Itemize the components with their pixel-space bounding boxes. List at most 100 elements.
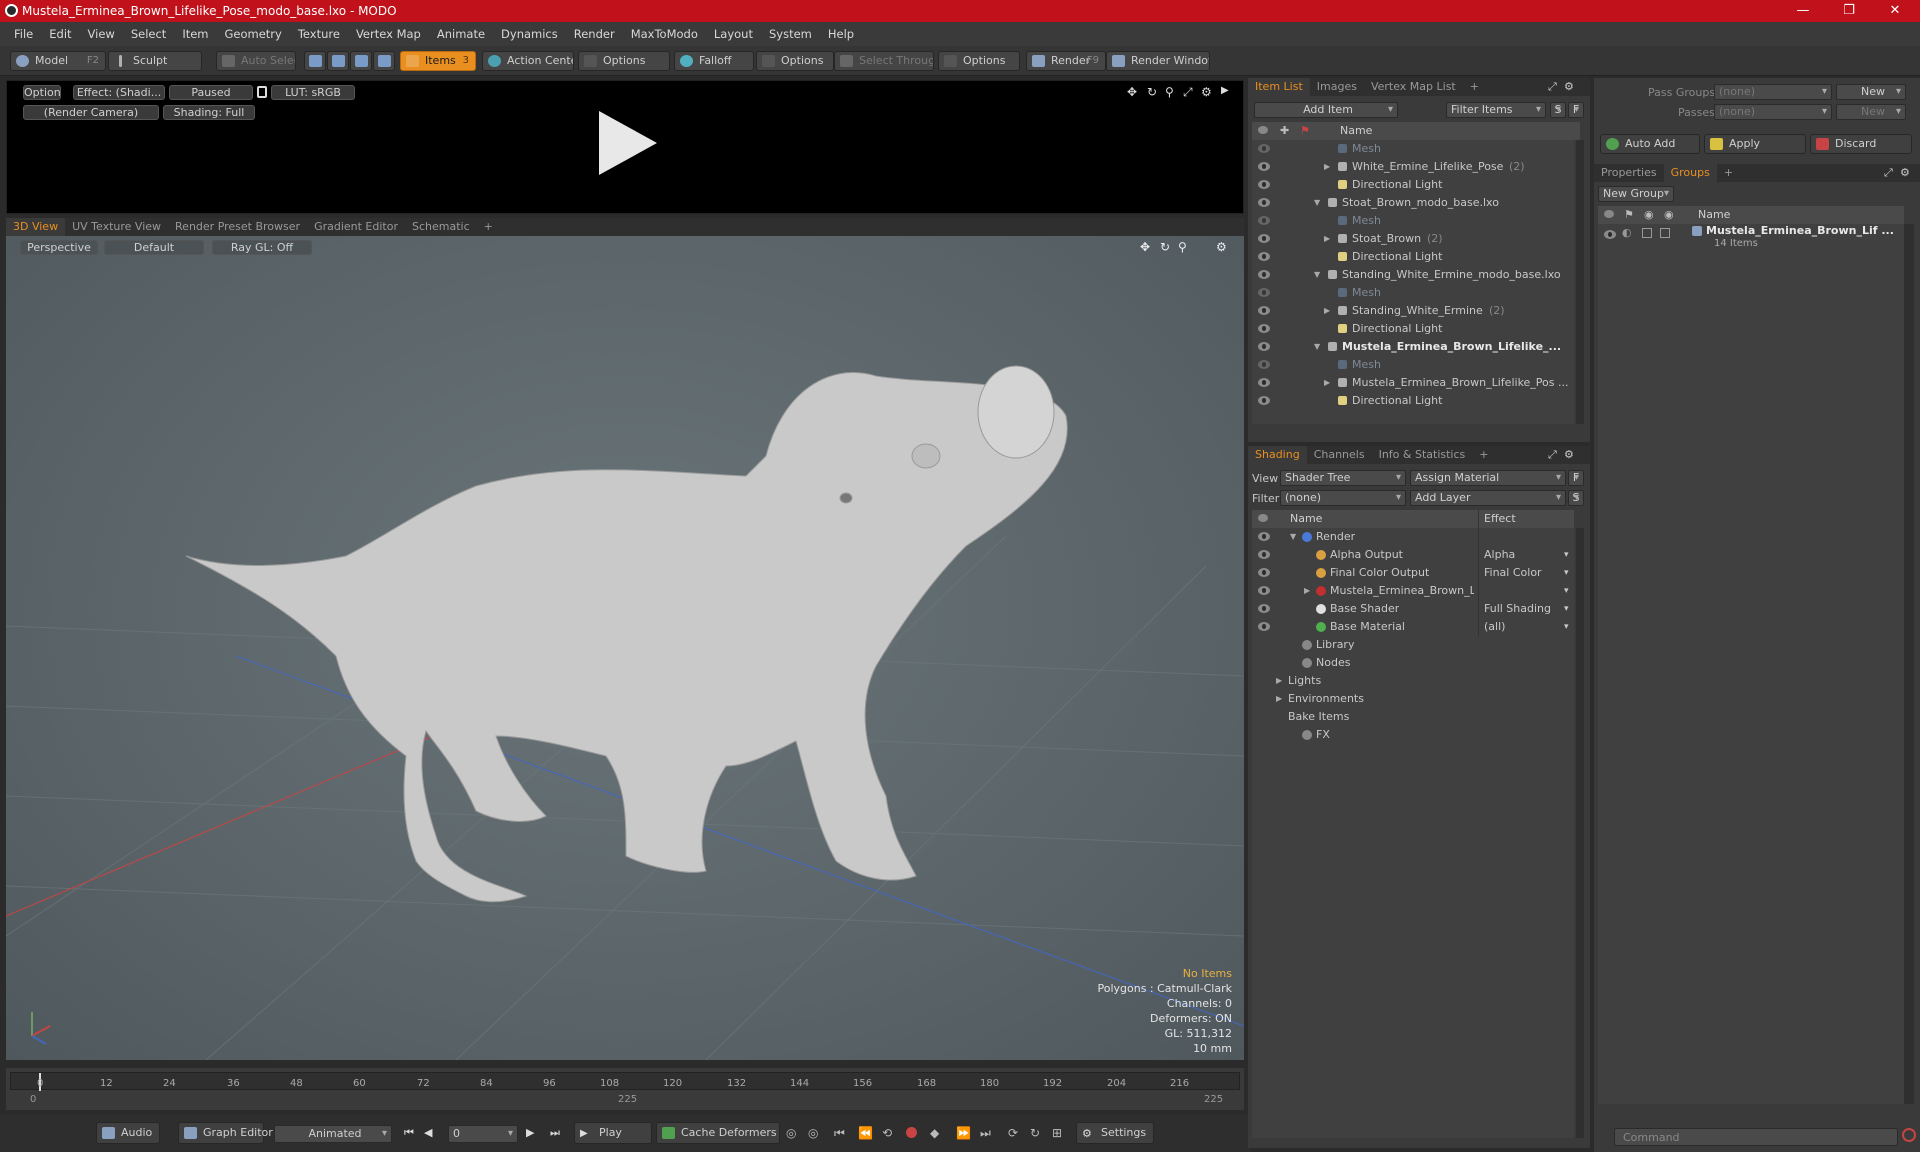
visibility-icon[interactable]: [1258, 324, 1270, 333]
graph-editor-button[interactable]: Graph Editor: [178, 1122, 273, 1144]
filter-f-button[interactable]: F: [1568, 102, 1584, 118]
select-checkbox[interactable]: [1660, 228, 1670, 238]
item-row[interactable]: Mesh: [1252, 284, 1574, 302]
menu-maxtomodo[interactable]: MaxToModo: [623, 27, 706, 41]
camera-dropdown[interactable]: (Render Camera): [23, 105, 159, 120]
action-center-button[interactable]: Action Center: [482, 51, 574, 71]
menu-dynamics[interactable]: Dynamics: [493, 27, 566, 41]
item-row[interactable]: Directional Light: [1252, 392, 1574, 410]
shading-f-button[interactable]: F: [1568, 470, 1584, 486]
tab-channels[interactable]: Channels: [1307, 446, 1372, 464]
tab-gradient-editor[interactable]: Gradient Editor: [307, 218, 405, 236]
gear-icon[interactable]: ⚙: [1564, 448, 1574, 461]
new-pass-button[interactable]: New: [1836, 104, 1906, 120]
shader-tree-dropdown[interactable]: Shader Tree: [1280, 470, 1406, 486]
timeline-ruler[interactable]: 0 12 24 36 48 60 72 84 96 108 120 132 14…: [10, 1072, 1240, 1091]
loop-icon[interactable]: ⟳: [1008, 1126, 1018, 1140]
key-icon[interactable]: ◎: [786, 1126, 796, 1140]
item-row[interactable]: Mesh: [1252, 212, 1574, 230]
lock-icon[interactable]: [257, 86, 267, 98]
assign-material-button[interactable]: Assign Material: [1410, 470, 1566, 486]
expand-arrow-icon[interactable]: ▼: [1314, 338, 1320, 356]
vertices-mode-button[interactable]: [304, 51, 326, 71]
visibility-icon[interactable]: [1258, 396, 1270, 405]
dropdown-arrow-icon[interactable]: ▾: [1564, 582, 1569, 600]
visibility-icon[interactable]: [1258, 162, 1270, 171]
frame-input[interactable]: 0: [448, 1125, 518, 1143]
shader-row[interactable]: Base Shader Full Shading ▾: [1252, 600, 1574, 618]
item-tree[interactable]: Mesh ▶ White_Ermine_Lifelike_Pose (2) Direct…: [1252, 140, 1574, 424]
refresh-icon[interactable]: ↻: [1030, 1126, 1040, 1140]
expand-arrow-icon[interactable]: ▶: [1324, 302, 1330, 320]
gear-icon[interactable]: ⚙: [1564, 80, 1574, 93]
visibility-icon[interactable]: [1258, 270, 1270, 279]
go-to-end-icon[interactable]: ⏭: [550, 1126, 560, 1140]
close-button[interactable]: ✕: [1872, 0, 1918, 22]
render-toggle-icon[interactable]: ◐: [1622, 226, 1632, 239]
next-frame-icon[interactable]: ▶: [526, 1126, 534, 1139]
menu-item[interactable]: Item: [174, 27, 216, 41]
expand-arrow-icon[interactable]: ▶: [1324, 230, 1330, 248]
item-row[interactable]: ▼ Mustela_Erminea_Brown_Lifelike_...: [1252, 338, 1574, 356]
groups-list[interactable]: ◐ Mustela_Erminea_Brown_Lif ... 14 Items: [1598, 224, 1904, 1104]
visibility-icon[interactable]: [1258, 604, 1270, 613]
visibility-icon[interactable]: [1258, 586, 1270, 595]
maximize-icon[interactable]: ⤢: [1183, 85, 1193, 100]
tab-add[interactable]: +: [1463, 78, 1486, 96]
groups-scrollbar[interactable]: [1904, 224, 1914, 1104]
dropdown-arrow-icon[interactable]: ▾: [1564, 564, 1569, 582]
key-all-icon[interactable]: ◎: [808, 1126, 818, 1140]
shader-row[interactable]: Final Color Output Final Color ▾: [1252, 564, 1574, 582]
item-list-scrollbar[interactable]: [1576, 140, 1584, 424]
menu-system[interactable]: System: [761, 27, 820, 41]
item-row[interactable]: Mesh: [1252, 356, 1574, 374]
item-row[interactable]: Directional Light: [1252, 320, 1574, 338]
preview-options-button[interactable]: Options: [23, 85, 61, 100]
pan-icon[interactable]: ✥: [1127, 85, 1137, 99]
snap-icon[interactable]: ⊞: [1052, 1126, 1062, 1140]
maximize-icon[interactable]: ⤢: [1548, 80, 1557, 94]
falloff-button[interactable]: Falloff: [674, 51, 754, 71]
materials-mode-button[interactable]: [373, 51, 395, 71]
shader-row[interactable]: ▶ Mustela_Erminea_Brown_L... ▾: [1252, 582, 1574, 600]
item-row[interactable]: ▶ White_Ermine_Lifelike_Pose (2): [1252, 158, 1574, 176]
tab-render-preset-browser[interactable]: Render Preset Browser: [168, 218, 307, 236]
visibility-icon[interactable]: [1258, 360, 1270, 369]
auto-add-button[interactable]: Auto Add: [1600, 134, 1700, 154]
effect-dropdown[interactable]: Full Shading: [1484, 600, 1551, 618]
tab-add[interactable]: +: [1472, 446, 1495, 464]
prev-key-icon[interactable]: ⏮: [834, 1126, 845, 1141]
maximize-icon[interactable]: ⤢: [1884, 166, 1893, 180]
tab-3d-view[interactable]: 3D View: [6, 218, 66, 236]
render-button[interactable]: Render F9: [1026, 51, 1106, 71]
shading-s-button[interactable]: S: [1568, 490, 1584, 506]
paused-button[interactable]: Paused: [169, 85, 253, 100]
add-item-dropdown[interactable]: Add Item: [1254, 102, 1398, 118]
audio-button[interactable]: Audio: [96, 1122, 160, 1144]
shader-row[interactable]: Alpha Output Alpha ▾: [1252, 546, 1574, 564]
expand-arrow-icon[interactable]: ▶: [1324, 158, 1330, 176]
next-keyframe-icon[interactable]: ⏩: [956, 1126, 971, 1140]
go-to-start-icon[interactable]: ⏮: [404, 1126, 414, 1140]
settings-button[interactable]: ⚙ Settings: [1076, 1122, 1154, 1144]
zoom-icon[interactable]: ⚲: [1165, 85, 1174, 99]
item-row[interactable]: ▼ Standing_White_Ermine_modo_base.lxo: [1252, 266, 1574, 284]
auto-key-icon[interactable]: ⟲: [882, 1126, 892, 1140]
polygons-mode-button[interactable]: [350, 51, 372, 71]
dropdown-arrow-icon[interactable]: ▾: [1564, 600, 1569, 618]
new-pass-group-button[interactable]: New: [1836, 84, 1906, 100]
record-icon[interactable]: [906, 1127, 917, 1138]
menu-help[interactable]: Help: [820, 27, 862, 41]
effect-dropdown[interactable]: Effect: (Shadi...: [73, 85, 165, 100]
visibility-icon[interactable]: [1258, 288, 1270, 297]
effect-dropdown[interactable]: (all): [1484, 618, 1505, 636]
falloff-options-button[interactable]: Options: [756, 51, 834, 71]
cache-deformers-button[interactable]: Cache Deformers: [656, 1122, 780, 1144]
action-center-options-button[interactable]: Options: [578, 51, 670, 71]
item-row[interactable]: ▶ Standing_White_Ermine (2): [1252, 302, 1574, 320]
lut-dropdown[interactable]: LUT: sRGB: [271, 85, 355, 100]
shader-row[interactable]: Nodes: [1252, 654, 1574, 672]
command-input[interactable]: Command: [1614, 1128, 1898, 1146]
menu-edit[interactable]: Edit: [41, 27, 79, 41]
expand-arrow-icon[interactable]: ▶: [1324, 374, 1330, 392]
